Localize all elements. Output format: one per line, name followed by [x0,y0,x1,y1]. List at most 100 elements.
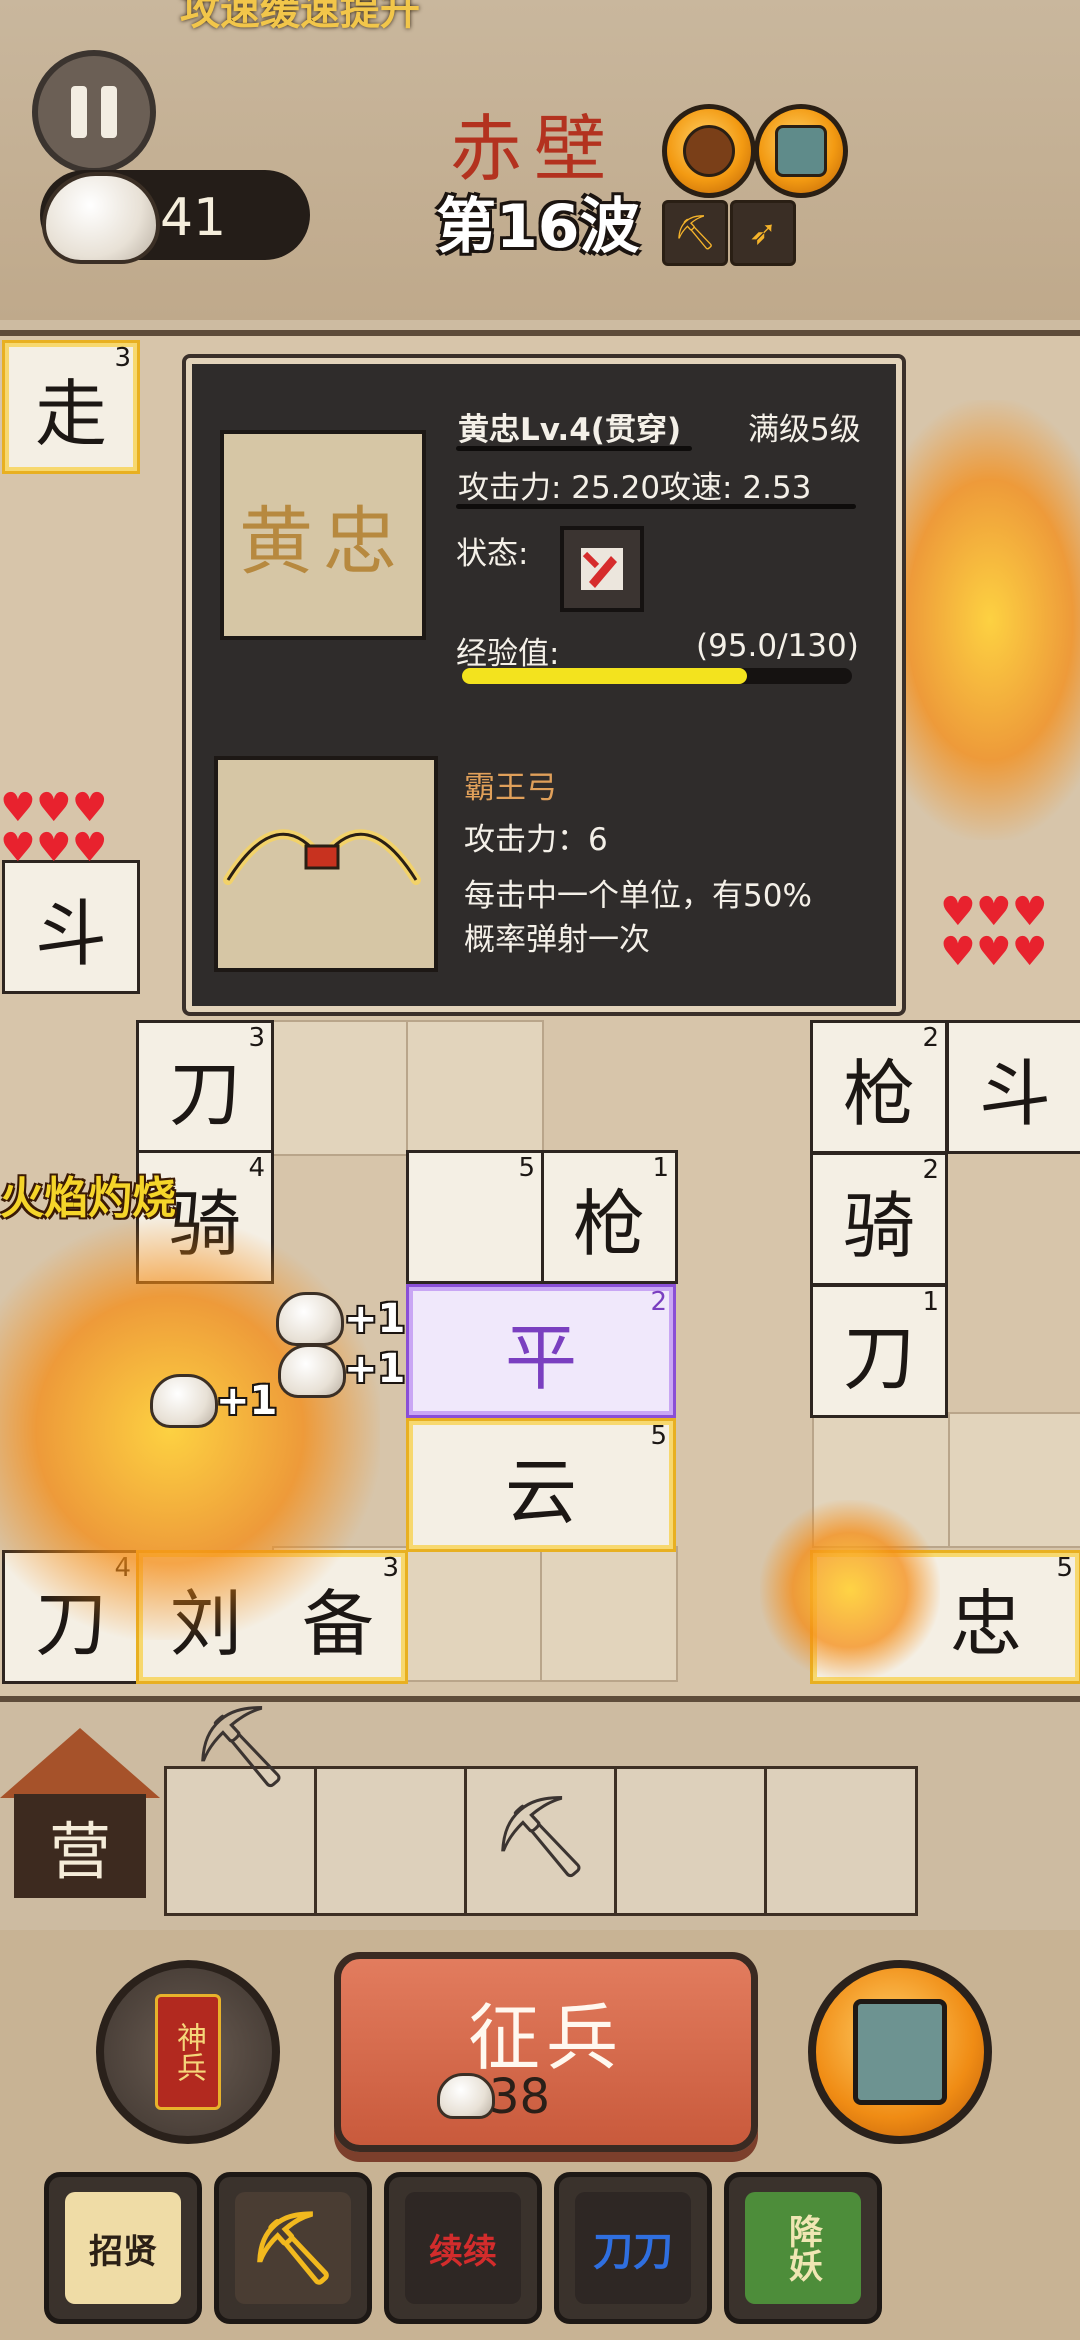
bucket-icon [775,125,827,177]
unit-level: 2 [922,1023,939,1053]
name-underline [456,446,692,451]
hero-portrait: 黄忠 [220,430,426,640]
unit-cell-selected[interactable]: 平 2 [406,1284,676,1418]
pause-button[interactable] [32,50,156,174]
unit-level: 5 [650,1421,667,1451]
bench-slot[interactable] [764,1766,918,1916]
unit-cell[interactable]: 5 [406,1150,544,1284]
bench-slot[interactable] [314,1766,468,1916]
board-empty-slot[interactable] [406,1546,544,1682]
continue-buff-button[interactable]: 续续 [384,2172,542,2324]
unit-level: 4 [248,1153,265,1183]
fire-effect [0,1220,380,1640]
recycle-bin-button[interactable] [808,1960,992,2144]
unit-char: 枪 [842,1051,915,1136]
weapon-icon-box [214,756,438,972]
shovel-icon[interactable]: ⛏ [490,1790,592,1884]
exp-label: 经验值: [456,636,560,672]
weapon-desc-line1: 每击中一个单位，有50% [464,878,812,914]
golden-shovel-icon: ⛏ [235,2192,351,2304]
unit-level: 2 [922,1155,939,1185]
pause-icon-bar [101,86,117,138]
recruit-cost: 38 [489,2069,551,2125]
demon-subdue-button[interactable]: 降妖 [724,2172,882,2324]
currency-value: 41 [160,188,227,248]
blade-buff-button[interactable]: 刀刀 [554,2172,712,2324]
top-banner-text: 攻速缓速提升 [180,0,420,34]
pause-icon [71,86,87,138]
axe-debuff-icon [581,548,623,590]
trash-icon [853,1999,947,2105]
camp-label: 营 [14,1794,146,1898]
unit-char: 云 [504,1449,577,1534]
unit-level: 1 [922,1287,939,1317]
stats-underline [456,504,856,509]
unit-cell[interactable]: 刀 3 [136,1020,274,1154]
bun-drop-icon [278,1344,346,1398]
bun-gain-text: +1 [216,1378,278,1424]
hero-stats: 攻击力: 25.20攻速: 2.53 [458,470,812,506]
bench-slot[interactable] [614,1766,768,1916]
wave-label: 第16波 [436,192,640,262]
bun-gain-text: +1 [344,1346,406,1392]
enemy-hearts: ♥♥♥ ♥♥♥ [940,892,1080,972]
unit-cell[interactable]: 走 3 [2,340,140,474]
shovel-tool-button[interactable]: ⛏ [214,2172,372,2324]
unit-level: 5 [518,1153,535,1183]
bucket-orb-button[interactable] [754,104,848,198]
unit-cell[interactable]: 枪 1 [540,1150,678,1284]
shovel-icon[interactable]: ⛏ [190,1700,292,1794]
double-blade-icon: 刀刀 [575,2192,691,2304]
unit-char: 平 [504,1315,577,1400]
weapon-desc-line2: 概率弹射一次 [464,922,650,958]
hero-name: 黄忠Lv.4(贯穿) [458,412,682,448]
board-empty-slot[interactable] [272,1020,410,1156]
heart-icon: ♥♥♥ [940,929,1048,975]
enemy-hearts: ♥♥♥ ♥♥♥ [0,788,108,868]
status-effect-icon[interactable] [560,526,644,612]
camp-roof [0,1728,160,1798]
exp-bar-fill [462,668,748,684]
recruit-button[interactable]: 征兵 38 [334,1952,758,2152]
unit-level: 2 [650,1287,667,1317]
exp-bar [462,668,852,684]
status-label: 状态: [456,536,529,572]
unit-cell[interactable]: 斗 [946,1020,1080,1154]
board-empty-slot[interactable] [540,1546,678,1682]
board-empty-slot[interactable] [948,1412,1080,1548]
bun-cost-icon [437,2073,495,2119]
exp-value: (95.0/130) [696,628,859,664]
weapon-name: 霸王弓 [464,770,557,806]
unit-char: 枪 [572,1181,645,1266]
unit-cell[interactable]: 骑 2 [810,1152,948,1286]
bun-gain-text: +1 [344,1296,406,1342]
god-soldier-card: 神兵 [155,1994,221,2110]
bun-drop-icon [150,1374,218,1428]
unit-char: 走 [34,371,107,456]
unit-level: 3 [382,1553,399,1583]
unit-cell[interactable]: 云 5 [406,1418,676,1552]
unit-cell[interactable]: 枪 2 [810,1020,948,1154]
unit-cell[interactable]: 斗 [2,860,140,994]
unit-level: 5 [1056,1553,1073,1583]
chestnut-orb-button[interactable] [662,104,756,198]
unit-cell[interactable]: 刀 1 [810,1284,948,1418]
shovel-buff-icon: ⛏ [662,200,728,266]
arrows-buff-icon: ➶ [730,200,796,266]
god-soldier-button[interactable]: 神兵 [96,1960,280,2144]
camp-building[interactable]: 营 [0,1728,160,1898]
hero-max-level: 满级5级 [748,412,861,448]
unit-level: 3 [114,343,131,373]
heart-icon: ♥♥♥ [0,825,108,871]
unit-char: 骑 [842,1183,915,1268]
unit-level: 1 [652,1153,669,1183]
bow-icon [223,829,421,885]
board-empty-slot[interactable] [406,1020,544,1156]
unit-level: 3 [248,1023,265,1053]
weapon-attack: 攻击力：6 [464,822,608,858]
unit-char: 刀 [168,1051,241,1136]
continue-orbs-icon: 续续 [405,2192,521,2304]
unit-char: 斗 [34,891,107,976]
scroll-icon: 招贤 [65,2192,181,2304]
recruit-talent-button[interactable]: 招贤 [44,2172,202,2324]
